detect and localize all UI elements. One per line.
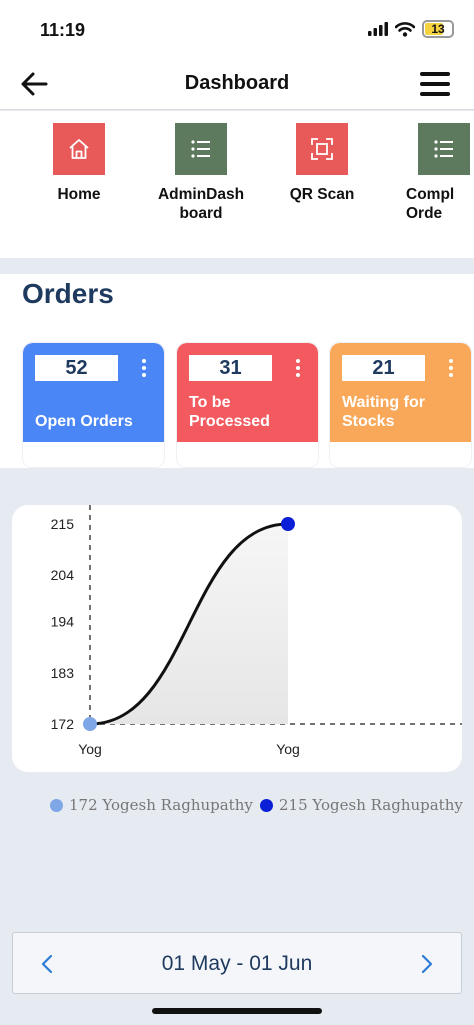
hamburger-line-icon (420, 92, 450, 96)
legend-dot (260, 798, 273, 812)
more-options-icon[interactable] (449, 359, 453, 377)
shortcut-label: Home (57, 186, 101, 203)
data-point (83, 717, 97, 731)
page-title: Dashboard (184, 72, 290, 94)
y-tick-label: 172 (51, 716, 75, 732)
y-tick-label: 194 (51, 614, 75, 630)
date-range-selector: 01 May - 01 Jun (12, 932, 462, 994)
chart-legend: 172 Yogesh Raghupathy 215 Yogesh Raghupa… (0, 796, 474, 816)
qr-scan-icon (296, 123, 348, 175)
list-icon (175, 123, 227, 175)
orders-section: Orders 52 Open Orders 31 To be Processed… (0, 274, 474, 468)
order-count: 21 (342, 355, 425, 381)
shortcut-admin-dashboard[interactable]: AdminDash board (141, 123, 261, 223)
order-label: To be Processed (189, 394, 270, 430)
line-chart: 215204194183172Yog Yog (51, 505, 462, 757)
hamburger-line-icon (420, 82, 450, 86)
status-time: 11:19 (40, 20, 86, 40)
shortcut-completed-orders[interactable]: Compl Orde (384, 123, 474, 223)
date-range-label: 01 May - 01 Jun (161, 952, 313, 975)
section-title: Orders (22, 278, 114, 309)
legend-item: 215 Yogesh Raghupathy (260, 796, 463, 814)
list-icon (418, 123, 470, 175)
home-icon (53, 123, 105, 175)
wifi-icon (395, 21, 415, 37)
order-count: 52 (35, 355, 118, 381)
legend-label: 172 Yogesh Raghupathy (69, 796, 253, 814)
x-tick-label: Yog (78, 741, 102, 757)
status-icons: 13 (368, 20, 454, 38)
order-label: Open Orders (35, 413, 133, 430)
shortcut-label: QR Scan (289, 186, 355, 203)
more-options-icon[interactable] (296, 359, 300, 377)
shortcut-home[interactable]: Home (19, 123, 139, 204)
shortcut-label: AdminDash board (157, 186, 245, 222)
legend-item: 172 Yogesh Raghupathy (50, 796, 253, 814)
legend-label: 215 Yogesh Raghupathy (279, 796, 463, 814)
order-card-to-be-processed[interactable]: 31 To be Processed (176, 342, 319, 468)
more-options-icon[interactable] (142, 359, 146, 377)
y-tick-label: 183 (51, 665, 75, 681)
signal-icon (368, 22, 388, 36)
chart-card: 215 204 194 183 172 Yog Yog (12, 505, 462, 772)
data-point (281, 517, 295, 531)
next-period-button[interactable] (413, 951, 439, 977)
hamburger-line-icon (420, 72, 450, 76)
y-tick-label: 204 (51, 567, 75, 583)
legend-dot (50, 798, 63, 812)
shortcut-qr-scan[interactable]: QR Scan (262, 123, 382, 204)
order-card-open[interactable]: 52 Open Orders (22, 342, 165, 468)
y-tick-label: 215 (51, 516, 75, 532)
shortcut-bar: Home AdminDash board QR Scan Compl Orde (0, 111, 474, 258)
order-card-waiting-for-stocks[interactable]: 21 Waiting for Stocks (329, 342, 472, 468)
order-count: 31 (189, 355, 272, 381)
app-header: Dashboard (0, 58, 474, 110)
order-label: Waiting for Stocks (342, 394, 425, 430)
chevron-right-icon (421, 954, 433, 974)
shortcut-label: Compl Orde (406, 186, 455, 222)
home-indicator (152, 1008, 322, 1014)
status-bar: 11:19 13 (0, 0, 474, 58)
menu-button[interactable] (420, 72, 450, 96)
x-tick-label: Yog (276, 741, 300, 757)
battery-icon: 13 (422, 20, 454, 38)
battery-level: 13 (431, 22, 445, 36)
